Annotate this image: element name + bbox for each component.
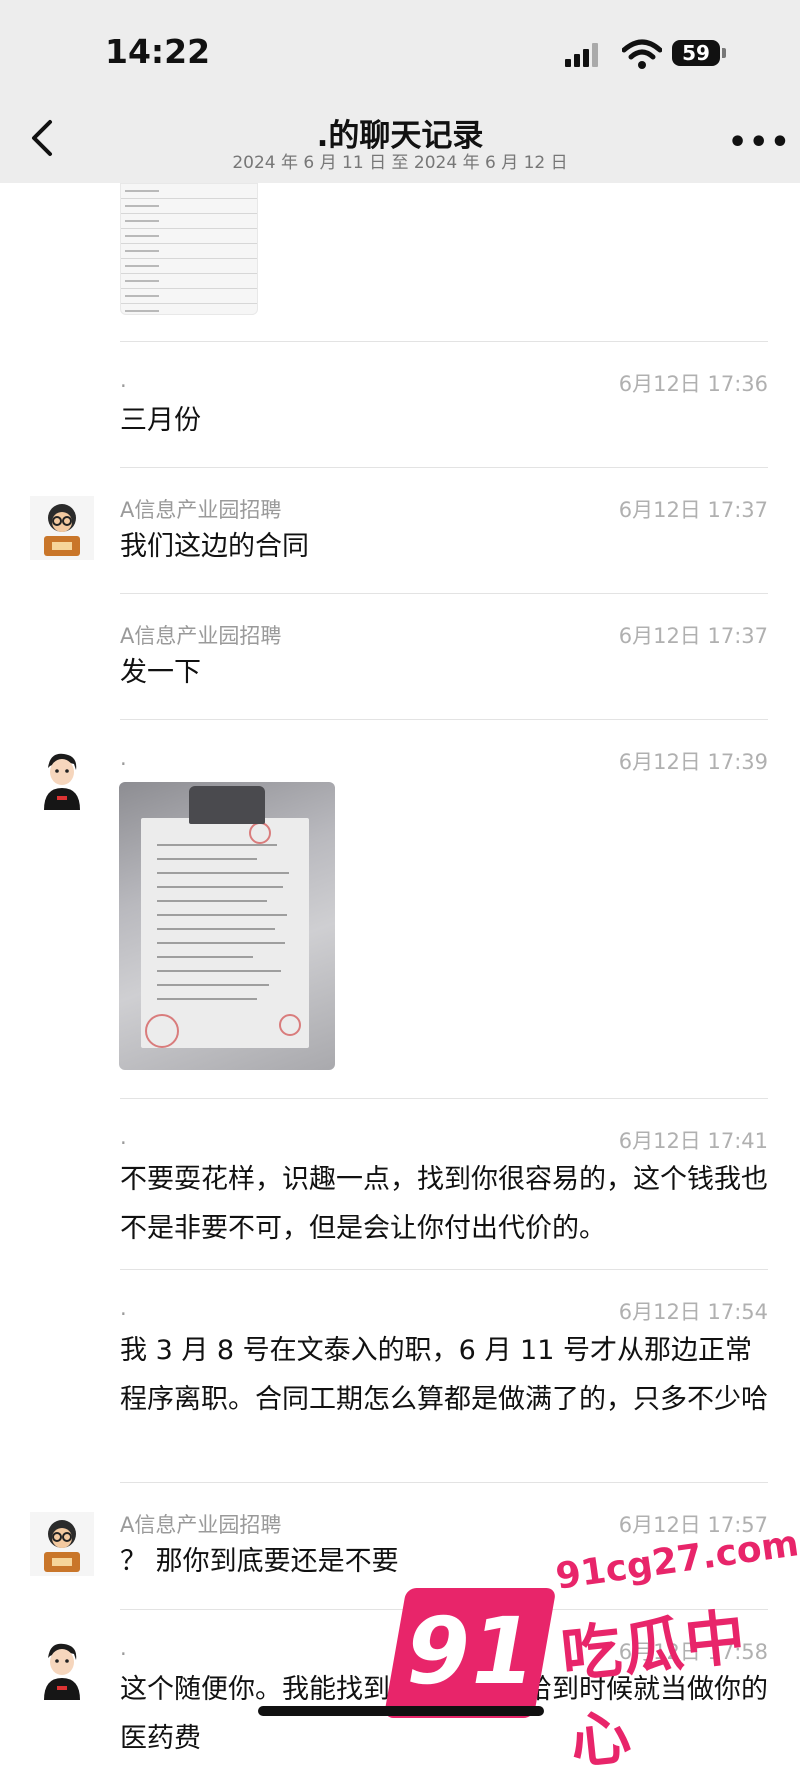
message-sender: A信息产业园招聘 <box>120 498 282 522</box>
contract-photo[interactable] <box>119 782 335 1070</box>
message-sender: A信息产业园招聘 <box>120 624 282 648</box>
watermark-logo: 91 <box>383 1588 557 1718</box>
battery-tip <box>722 48 726 58</box>
message-time: 6月12日 17:54 <box>618 1300 768 1324</box>
message-sender: . <box>120 746 127 770</box>
divider <box>120 593 768 594</box>
cellular-signal-icon <box>565 43 607 67</box>
message-text[interactable]: 发一下 <box>120 648 770 697</box>
divider <box>120 341 768 342</box>
wifi-icon <box>622 39 662 69</box>
more-icon[interactable]: ••• <box>728 125 790 160</box>
user-avatar[interactable] <box>30 746 94 810</box>
message-time: 6月12日 17:37 <box>618 624 768 648</box>
divider <box>120 1482 768 1483</box>
message-time: 6月12日 17:39 <box>618 750 768 774</box>
message-time: 6月12日 17:41 <box>618 1129 768 1153</box>
status-time: 14:22 <box>105 32 211 71</box>
home-indicator <box>258 1706 544 1716</box>
date-range: 2024 年 6 月 11 日 至 2024 年 6 月 12 日 <box>232 153 568 173</box>
battery-icon: 59 <box>672 40 720 66</box>
recruiter-avatar[interactable] <box>30 1512 94 1576</box>
message-sender: . <box>120 1296 127 1320</box>
message-text[interactable]: 三月份 <box>120 396 770 445</box>
message-sender: A信息产业园招聘 <box>120 1513 282 1537</box>
message-text[interactable]: 我 3 月 8 号在文泰入的职，6 月 11 号才从那边正常程序离职。合同工期怎… <box>120 1326 770 1424</box>
message-sender: . <box>120 1125 127 1149</box>
message-text[interactable]: 不要耍花样，识趣一点，找到你很容易的，这个钱我也不是非要不可，但是会让你付出代价… <box>120 1155 770 1253</box>
divider <box>120 719 768 720</box>
message-sender: . <box>120 368 127 392</box>
watermark-name: 吃瓜中心 <box>558 1602 751 1778</box>
message-sender: . <box>120 1636 127 1660</box>
spreadsheet-image-thumbnail[interactable] <box>120 183 258 315</box>
divider <box>120 1269 768 1270</box>
user-avatar[interactable] <box>30 1636 94 1700</box>
message-time: 6月12日 17:36 <box>618 372 768 396</box>
divider <box>120 467 768 468</box>
message-text[interactable]: 我们这边的合同 <box>120 522 770 571</box>
divider <box>120 1098 768 1099</box>
recruiter-avatar[interactable] <box>30 496 94 560</box>
top-bar: 14:22 59 .的聊天记录 2024 年 6 月 11 日 至 2024 年… <box>0 0 800 183</box>
message-time: 6月12日 17:37 <box>618 498 768 522</box>
